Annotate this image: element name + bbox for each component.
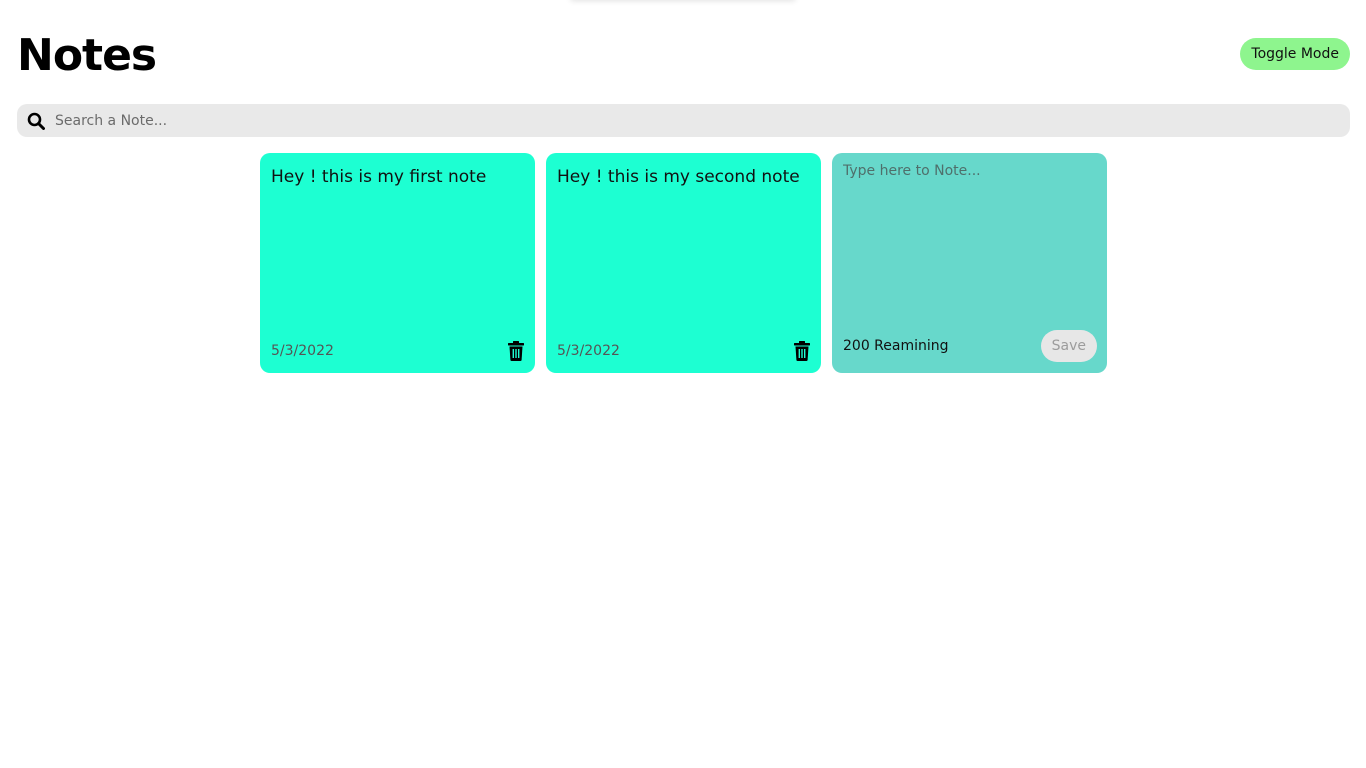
- note-date: 5/3/2022: [557, 343, 620, 359]
- characters-remaining: 200 Reamining: [843, 338, 949, 354]
- new-note-card: 200 Reamining Save: [832, 153, 1107, 373]
- note-text: Hey ! this is my first note: [271, 167, 487, 187]
- search-bar: [17, 104, 1350, 137]
- new-note-input[interactable]: [843, 163, 1097, 313]
- note-text: Hey ! this is my second note: [557, 167, 800, 187]
- page-title: Notes: [17, 30, 157, 81]
- notes-list: Hey ! this is my first note 5/3/2022 Hey…: [260, 153, 1107, 373]
- note-footer: 5/3/2022: [271, 340, 525, 362]
- new-note-footer: 200 Reamining Save: [843, 330, 1097, 362]
- search-input[interactable]: [55, 112, 1350, 129]
- search-icon: [27, 112, 45, 130]
- save-button[interactable]: Save: [1040, 330, 1097, 362]
- app-header: Notes Toggle Mode: [17, 28, 1350, 84]
- note-card: Hey ! this is my first note 5/3/2022: [260, 153, 535, 373]
- toggle-mode-button[interactable]: Toggle Mode: [1240, 38, 1350, 70]
- note-card: Hey ! this is my second note 5/3/2022: [546, 153, 821, 373]
- trash-icon[interactable]: [793, 341, 811, 361]
- note-date: 5/3/2022: [271, 343, 334, 359]
- note-footer: 5/3/2022: [557, 340, 811, 362]
- trash-icon[interactable]: [507, 341, 525, 361]
